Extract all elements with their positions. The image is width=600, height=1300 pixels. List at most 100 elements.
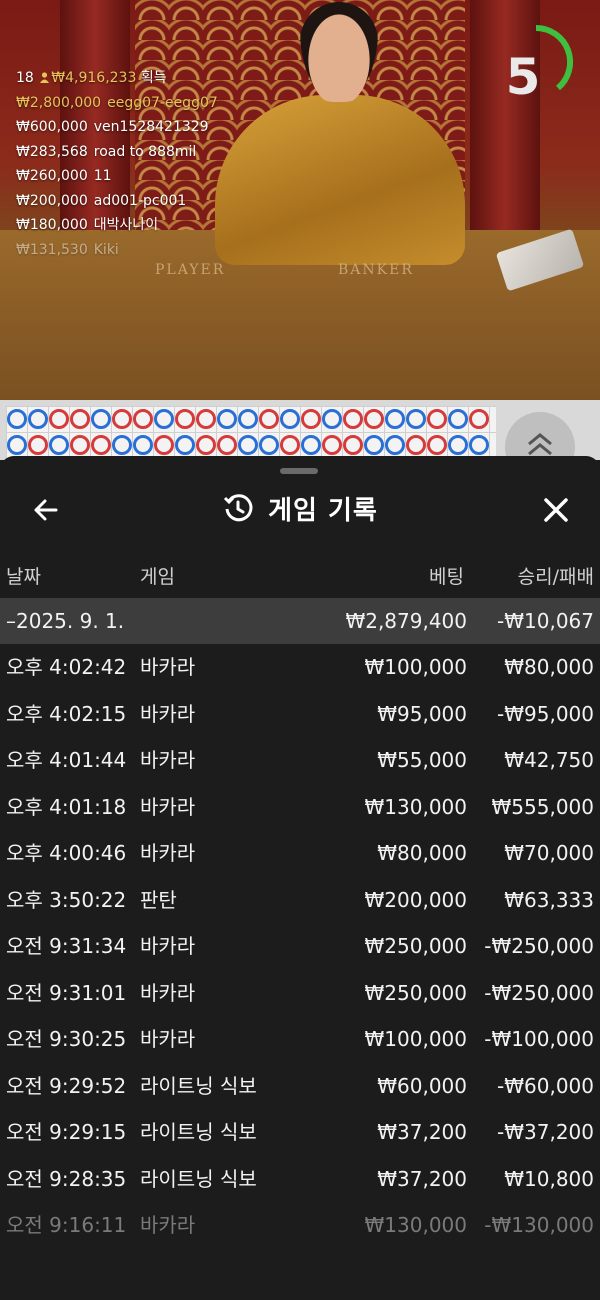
player-bead (7, 409, 27, 429)
winner-row: ₩131,530 Kiki (16, 238, 218, 263)
row-result: -₩95,000 (497, 701, 594, 726)
row-game: 판탄 (140, 887, 177, 912)
row-bet: ₩250,000 (364, 934, 467, 958)
column-header-game: 게임 (140, 566, 175, 588)
row-game: 라이트닝 식보 (140, 1166, 257, 1191)
banker-bead (70, 409, 90, 429)
winner-row: ₩2,800,000 eegg07-eegg07 (16, 91, 218, 116)
banker-bead (427, 409, 447, 429)
player-bead (385, 409, 405, 429)
road-grid (6, 406, 496, 458)
player-bead (280, 409, 300, 429)
countdown-number: 5 (505, 48, 541, 106)
player-bead (175, 435, 195, 455)
winner-name: eegg07-eegg07 (107, 94, 218, 111)
winner-amount: ₩200,000 (16, 192, 88, 209)
dealer-head (300, 2, 378, 102)
history-row[interactable]: 오전 9:31:01 바카라 ₩250,000 -₩250,000 (0, 970, 600, 1017)
winner-name: road to 888mil (93, 143, 197, 160)
row-game: 라이트닝 식보 (140, 1120, 257, 1144)
banker-bead (364, 409, 384, 429)
history-list: –2025. 9. 1. ₩2,879,400 -₩10,067 오후 4:02… (0, 598, 600, 1249)
winners-total: ₩4,916,233 (51, 70, 137, 86)
row-result: ₩10,800 (504, 1166, 594, 1191)
history-row[interactable]: 오후 4:01:44 바카라 ₩55,000 ₩42,750 (0, 737, 600, 784)
row-bet: ₩37,200 (377, 1166, 467, 1191)
row-time: 오전 9:31:34 (6, 934, 127, 958)
winners-overlay: 18 ₩4,916,233 획득 ₩2,800,000 eegg07-eegg07… (16, 66, 218, 262)
row-result: -₩250,000 (484, 980, 594, 1005)
row-bet: ₩80,000 (377, 841, 467, 865)
winner-amount: ₩600,000 (16, 119, 88, 135)
history-row[interactable]: 오전 9:30:25 바카라 ₩100,000 -₩100,000 (0, 1016, 600, 1063)
sheet-drag-handle[interactable] (280, 468, 318, 474)
winner-name: 11 (93, 168, 112, 184)
banker-bead (196, 435, 216, 455)
winners-summary: 18 ₩4,916,233 획득 (16, 66, 218, 91)
row-time: 오전 9:31:01 (6, 980, 127, 1005)
column-header-date: 날짜 (6, 566, 41, 588)
row-time: 오전 9:16:11 (6, 1213, 127, 1237)
history-clock-icon (224, 494, 253, 522)
banker-bead (112, 409, 132, 429)
player-bead (364, 435, 384, 455)
banker-bead (343, 409, 363, 429)
banker-bead (280, 435, 300, 455)
row-bet: ₩95,000 (377, 701, 467, 726)
player-bead (406, 409, 426, 429)
player-bead (112, 435, 132, 455)
row-result: -₩100,000 (484, 1027, 594, 1051)
row-bet: ₩60,000 (377, 1073, 467, 1098)
row-result: ₩42,750 (504, 748, 594, 772)
row-bet: ₩100,000 (364, 1027, 467, 1051)
history-row[interactable]: 오전 9:29:52 라이트닝 식보 ₩60,000 -₩60,000 (0, 1063, 600, 1110)
banker-bead (343, 435, 363, 455)
banker-bead (217, 435, 237, 455)
banker-area-label: BANKER (338, 262, 414, 278)
banker-bead (322, 435, 342, 455)
winner-name: Kiki (93, 241, 119, 258)
row-time: 오후 4:01:18 (6, 794, 127, 819)
player-bead (7, 435, 27, 455)
player-bead (154, 409, 174, 429)
player-bead (238, 435, 258, 455)
history-row[interactable]: 오후 4:01:18 바카라 ₩130,000 ₩555,000 (0, 784, 600, 831)
sheet-title: 게임 기록 (0, 486, 600, 530)
history-row[interactable]: 오전 9:29:15 라이트닝 식보 ₩37,200 -₩37,200 (0, 1109, 600, 1156)
live-video: PLAYER BANKER 18 ₩4,916,233 획득 ₩2,800,00… (0, 0, 600, 400)
player-bead (448, 409, 468, 429)
row-game: 바카라 (140, 655, 196, 679)
history-row[interactable]: 오전 9:16:11 바카라 ₩130,000 -₩130,000 (0, 1202, 600, 1249)
banker-bead (469, 409, 489, 429)
summary-bet: ₩2,879,400 (345, 609, 467, 633)
row-result: ₩63,333 (504, 887, 594, 912)
summary-date: –2025. 9. 1. (6, 609, 125, 633)
row-time: 오후 4:01:44 (6, 748, 127, 772)
date-summary-row[interactable]: –2025. 9. 1. ₩2,879,400 -₩10,067 (0, 598, 600, 644)
winners-suffix: 획득 (140, 70, 167, 86)
player-bead (322, 409, 342, 429)
history-row[interactable]: 오후 4:02:42 바카라 ₩100,000 ₩80,000 (0, 644, 600, 691)
row-game: 바카라 (140, 748, 196, 772)
player-bead (301, 435, 321, 455)
winner-row: ₩200,000 ad001-pc001 (16, 189, 218, 214)
close-icon (544, 498, 568, 522)
row-time: 오전 9:29:52 (6, 1073, 127, 1098)
history-table-header: 날짜 게임 베팅 승리/패배 (0, 562, 600, 592)
history-row[interactable]: 오전 9:31:34 바카라 ₩250,000 -₩250,000 (0, 923, 600, 970)
history-row[interactable]: 오후 4:02:15 바카라 ₩95,000 -₩95,000 (0, 691, 600, 738)
player-bead (385, 435, 405, 455)
row-game: 바카라 (140, 934, 196, 958)
row-game: 바카라 (140, 841, 196, 865)
winner-amount: ₩180,000 (16, 217, 88, 233)
winner-row: ₩283,568 road to 888mil (16, 140, 218, 165)
player-bead (91, 409, 111, 429)
winner-name: 대박사나이 (93, 217, 159, 233)
history-row[interactable]: 오후 4:00:46 바카라 ₩80,000 ₩70,000 (0, 830, 600, 877)
winner-amount: ₩260,000 (16, 168, 88, 184)
winner-amount: ₩283,568 (16, 143, 88, 160)
history-row[interactable]: 오전 9:28:35 라이트닝 식보 ₩37,200 ₩10,800 (0, 1156, 600, 1203)
history-row[interactable]: 오후 3:50:22 판탄 ₩200,000 ₩63,333 (0, 877, 600, 924)
row-time: 오전 9:28:35 (6, 1166, 127, 1191)
close-button[interactable] (536, 490, 576, 530)
